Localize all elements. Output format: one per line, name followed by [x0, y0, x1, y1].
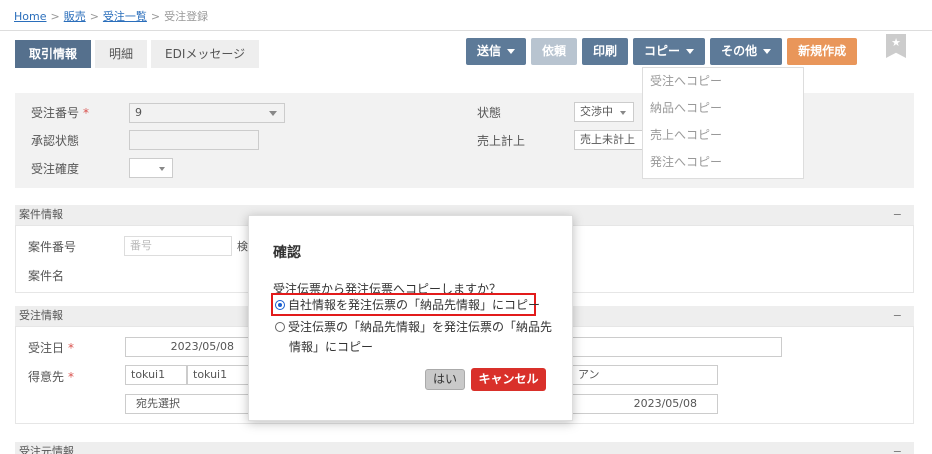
- breadcrumb-separator: >: [50, 10, 60, 23]
- other-button[interactable]: その他: [710, 38, 783, 65]
- chevron-down-icon: [269, 111, 277, 116]
- status-label: 状態: [477, 106, 502, 120]
- radio-selected-icon[interactable]: [275, 300, 285, 310]
- approval-field: [129, 130, 259, 150]
- print-button[interactable]: 印刷: [582, 38, 629, 65]
- tab-details[interactable]: 明細: [95, 40, 148, 68]
- sales-label: 売上計上: [477, 134, 526, 148]
- option-own-info[interactable]: 自社情報を発注伝票の「納品先情報」にコピー: [275, 295, 540, 315]
- breadcrumb-separator: >: [150, 10, 161, 23]
- copy-button[interactable]: コピー: [633, 38, 706, 65]
- breadcrumb-current: 受注登録: [164, 10, 209, 23]
- copy-button-label: コピー: [644, 44, 681, 58]
- order-date-input[interactable]: 2023/05/08: [125, 337, 255, 357]
- breadcrumb: Home > 販売 > 受注一覧 > 受注登録: [14, 8, 208, 24]
- order-no-select[interactable]: 9: [129, 103, 285, 123]
- chevron-down-icon: [763, 49, 772, 54]
- status-value: 交渉中: [580, 105, 613, 118]
- radio-icon[interactable]: [275, 322, 285, 332]
- collapse-icon[interactable]: −: [893, 205, 902, 225]
- customer-label: 得意先 *: [28, 370, 75, 384]
- breadcrumb-separator: >: [89, 10, 99, 23]
- chevron-down-icon: [686, 49, 695, 54]
- dialog-title: 確認: [273, 245, 301, 261]
- chevron-down-icon: [507, 49, 516, 54]
- request-button[interactable]: 依頼: [531, 38, 578, 65]
- chevron-down-icon: [159, 167, 165, 171]
- case-no-label: 案件番号: [28, 240, 77, 254]
- other-button-label: その他: [721, 44, 758, 58]
- menu-item-copy-to-sales[interactable]: 売上へコピー: [643, 122, 803, 149]
- yes-button[interactable]: はい: [425, 369, 465, 390]
- option-copy-delivery-label-2: 情報」にコピー: [289, 340, 374, 354]
- star-icon: ★: [891, 36, 901, 49]
- order-no-label: 受注番号 *: [31, 106, 90, 120]
- collapse-icon[interactable]: −: [893, 442, 902, 454]
- send-button-label: 送信: [477, 44, 502, 58]
- case-no-input[interactable]: 番号: [124, 236, 232, 256]
- tab-bar: 取引情報 明細 EDIメッセージ: [15, 40, 260, 68]
- chevron-down-icon: [620, 111, 626, 115]
- customer-name-input[interactable]: tokui1: [187, 365, 257, 385]
- menu-item-copy-to-purchase[interactable]: 発注へコピー: [643, 149, 803, 176]
- right-input-1[interactable]: [572, 337, 782, 357]
- header-divider: [0, 30, 932, 31]
- source-section-title: 受注元情報: [19, 445, 74, 454]
- action-toolbar: 送信 依頼 印刷 コピー その他 新規作成: [466, 38, 858, 65]
- customer-code-input[interactable]: tokui1: [125, 365, 187, 385]
- source-section-header[interactable]: 受注元情報 −: [15, 442, 914, 454]
- breadcrumb-home[interactable]: Home: [14, 10, 46, 23]
- option-copy-delivery-label-1: 受注伝票の「納品先情報」を発注伝票の「納品先: [288, 320, 553, 334]
- certainty-label: 受注確度: [31, 162, 80, 176]
- sales-value: 売上未計上: [580, 133, 635, 146]
- collapse-icon[interactable]: −: [893, 306, 902, 326]
- ship-to-select[interactable]: 宛先選択: [125, 394, 255, 414]
- breadcrumb-sales[interactable]: 販売: [64, 10, 86, 23]
- menu-item-copy-to-order[interactable]: 受注へコピー: [643, 68, 803, 95]
- breadcrumb-order-list[interactable]: 受注一覧: [103, 10, 147, 23]
- new-button[interactable]: 新規作成: [787, 38, 858, 65]
- right-input-2[interactable]: アン: [572, 365, 718, 385]
- certainty-select[interactable]: [129, 158, 173, 178]
- order-no-value: 9: [135, 106, 142, 119]
- confirm-dialog: 確認 受注伝票から発注伝票へコピーしますか？ 自社情報を発注伝票の「納品先情報」…: [248, 215, 573, 421]
- order-section-title: 受注情報: [19, 309, 63, 322]
- bookmark-button[interactable]: ★: [886, 34, 906, 58]
- option-copy-delivery[interactable]: 受注伝票の「納品先情報」を発注伝票の「納品先 情報」にコピー: [275, 317, 565, 357]
- send-button[interactable]: 送信: [466, 38, 527, 65]
- case-section-title: 案件情報: [19, 208, 63, 221]
- cancel-button[interactable]: キャンセル: [471, 368, 546, 391]
- case-name-label: 案件名: [28, 269, 65, 283]
- case-search-button[interactable]: 検: [237, 238, 248, 254]
- status-select[interactable]: 交渉中: [574, 102, 634, 122]
- order-date-label: 受注日 *: [28, 341, 75, 355]
- case-no-placeholder: 番号: [130, 239, 152, 252]
- menu-item-copy-to-delivery[interactable]: 納品へコピー: [643, 95, 803, 122]
- copy-dropdown-menu: 受注へコピー 納品へコピー 売上へコピー 発注へコピー: [642, 67, 804, 179]
- right-date-input[interactable]: 2023/05/08: [572, 394, 718, 414]
- approval-label: 承認状態: [31, 134, 80, 148]
- tab-edi-message[interactable]: EDIメッセージ: [151, 40, 260, 68]
- tab-transaction-info[interactable]: 取引情報: [15, 40, 92, 68]
- option-own-info-label: 自社情報を発注伝票の「納品先情報」にコピー: [288, 298, 541, 312]
